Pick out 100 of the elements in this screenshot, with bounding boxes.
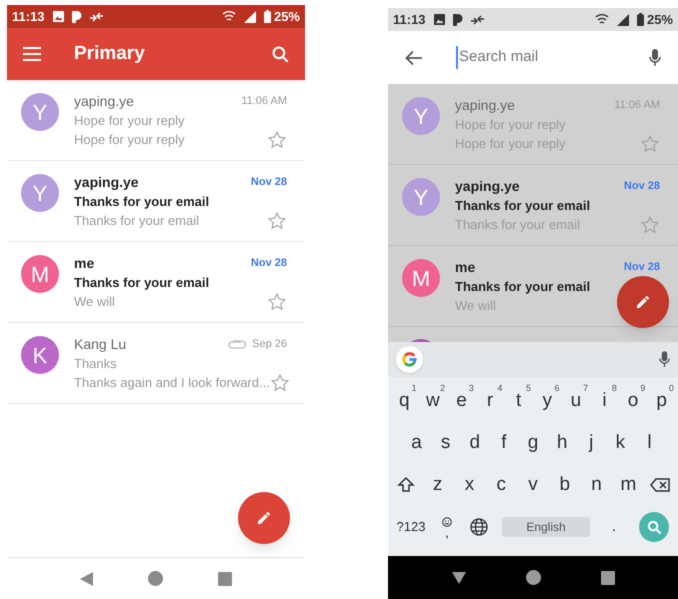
email-row[interactable]: Y yaping.ye 11:06 AM Hope for your reply Hope for your reply <box>7 80 305 161</box>
star-icon[interactable] <box>640 134 660 154</box>
globe-icon <box>470 518 488 536</box>
keyboard-key[interactable]: a <box>402 422 432 464</box>
email-date: Sep 26 <box>252 337 287 352</box>
email-date: Nov 28 <box>250 175 287 190</box>
microphone-icon[interactable] <box>649 48 661 66</box>
compose-button[interactable] <box>617 276 669 328</box>
search-key[interactable] <box>639 512 669 542</box>
key-hint: 5 <box>526 382 531 395</box>
keyboard-key[interactable]: l <box>634 422 664 464</box>
toolbar-title: Primary <box>74 42 146 66</box>
avatar: M <box>402 259 440 297</box>
key-hint: 9 <box>640 382 646 395</box>
keyboard-key[interactable]: g <box>518 422 548 464</box>
clock-time: 11:13 <box>393 10 426 29</box>
keyboard-key[interactable]: m <box>612 464 644 506</box>
avatar: K <box>21 336 59 374</box>
home-icon[interactable] <box>148 571 163 586</box>
keyboard-key[interactable]: k <box>606 422 635 464</box>
star-icon[interactable] <box>640 214 660 234</box>
battery-icon <box>264 10 271 23</box>
email-date: 11:06 AM <box>241 94 287 110</box>
keyboard-key[interactable]: v <box>517 464 549 506</box>
signal-icon <box>244 10 256 22</box>
key-hint: 0 <box>668 382 674 395</box>
image-icon <box>434 14 445 25</box>
menu-icon[interactable] <box>23 47 41 61</box>
app-notification-icon <box>72 10 82 22</box>
email-subject: Thanks for your email <box>455 197 592 215</box>
keyboard-key[interactable]: d <box>460 422 490 464</box>
star-icon[interactable] <box>267 292 287 312</box>
email-subject: Thanks <box>74 355 118 373</box>
email-subject: Thanks for your email <box>74 274 210 292</box>
keyboard-key[interactable]: j <box>576 422 606 464</box>
search-bar[interactable]: Search mail <box>388 31 678 84</box>
search-icon <box>646 520 662 534</box>
pencil-icon <box>635 294 651 310</box>
sync-icon <box>90 12 103 22</box>
emoji-comma-key[interactable]: , <box>432 506 462 548</box>
home-icon[interactable] <box>526 570 540 585</box>
star-icon[interactable] <box>267 210 287 230</box>
back-arrow-icon[interactable] <box>405 50 423 66</box>
key-hint: 4 <box>497 382 502 395</box>
sender-name: yaping.ye <box>74 92 134 111</box>
compose-button[interactable] <box>238 492 290 544</box>
email-snippet: We will <box>74 292 115 311</box>
avatar: Y <box>21 93 59 131</box>
email-snippet: Hope for your reply <box>74 130 185 149</box>
email-row[interactable]: M me Nov 28 Thanks for your email We will <box>7 242 305 323</box>
email-row[interactable]: Y yaping.ye Nov 28 Thanks for your email Thanks for your email <box>7 161 305 242</box>
keyboard-key[interactable]: t 5 <box>504 380 533 422</box>
email-row[interactable]: K Kang Lu Sep 26 Thanks Thanks again and I look forward... <box>7 323 305 404</box>
battery-percent: 25% <box>274 8 300 26</box>
wifi-icon <box>222 10 236 22</box>
sender-name: yaping.ye <box>455 96 515 115</box>
keyboard-key[interactable]: r 4 <box>476 380 504 422</box>
star-icon[interactable] <box>270 372 290 392</box>
space-bar[interactable]: English <box>502 517 590 537</box>
key-hint: 6 <box>554 382 560 395</box>
battery-percent: 25% <box>646 10 673 29</box>
back-icon[interactable] <box>452 572 466 584</box>
email-subject: Hope for your reply <box>74 112 186 130</box>
wifi-icon <box>594 14 609 26</box>
google-logo-icon[interactable] <box>396 346 423 373</box>
symbols-key[interactable]: ?123 <box>390 506 432 548</box>
keyboard-key[interactable]: x <box>454 464 486 506</box>
search-icon[interactable] <box>272 46 289 62</box>
app-notification-icon <box>452 14 463 26</box>
recents-icon[interactable] <box>600 570 614 584</box>
smiley-icon <box>442 517 452 527</box>
email-snippet: Thanks for your email <box>74 212 199 230</box>
sync-icon <box>470 14 484 24</box>
star-icon[interactable] <box>267 130 287 150</box>
sender-name: me <box>455 258 476 277</box>
pencil-icon <box>256 510 272 526</box>
backspace-icon <box>650 478 670 492</box>
recents-icon[interactable] <box>218 572 232 586</box>
back-icon[interactable] <box>80 572 93 586</box>
microphone-icon[interactable] <box>659 351 670 368</box>
keyboard-key[interactable]: s <box>431 422 460 464</box>
email-date: Nov 28 <box>624 260 660 276</box>
signal-icon <box>616 14 629 26</box>
keyboard-key[interactable]: c <box>485 464 518 506</box>
period-key[interactable]: . <box>596 506 632 548</box>
email-subject: Thanks for your email <box>74 193 210 211</box>
clock-time: 11:13 <box>12 8 45 26</box>
battery-icon <box>636 13 644 26</box>
keyboard-key[interactable]: n <box>580 464 612 506</box>
shift-icon <box>396 476 415 494</box>
avatar: Y <box>21 174 59 212</box>
keyboard-key[interactable]: f <box>489 422 518 464</box>
keyboard-key[interactable]: i 8 <box>590 380 619 422</box>
email-date: Nov 28 <box>250 256 287 272</box>
keyboard-key[interactable]: z <box>422 464 454 506</box>
email-date: Nov 28 <box>624 179 660 194</box>
keyboard-key[interactable]: b <box>548 464 581 506</box>
keyboard-key[interactable]: h <box>548 422 577 464</box>
avatar: M <box>21 255 59 293</box>
key-hint: 3 <box>468 382 474 395</box>
